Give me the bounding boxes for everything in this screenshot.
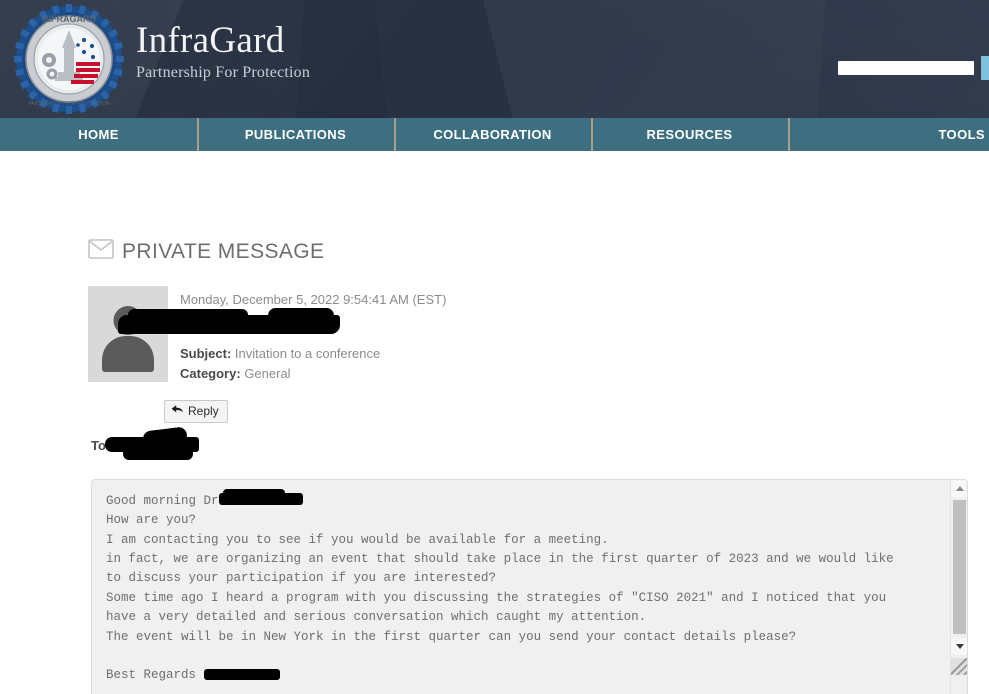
reply-button-label: Reply <box>188 404 219 419</box>
message-body-line: Good morning Dr <box>106 489 943 511</box>
message-timestamp: Monday, December 5, 2022 9:54:41 AM (EST… <box>180 292 447 307</box>
to-recipient-redaction <box>105 436 199 460</box>
nav-item-label: HOME <box>78 127 119 142</box>
nav-item-label: RESOURCES <box>646 127 733 142</box>
message-body-line: The event will be in New York in the fir… <box>106 629 797 644</box>
sender-name-redaction <box>118 307 340 334</box>
message-body-text: Good morning Dr How are you? I am contacti… <box>106 489 943 686</box>
brand-tagline: Partnership For Protection <box>136 63 311 81</box>
nav-item-label: COLLABORATION <box>433 127 552 142</box>
brand-title: InfraGard <box>136 20 285 61</box>
message-body-line: to discuss your participation if you are… <box>106 571 497 586</box>
message-heading: PRIVATE MESSAGE <box>88 239 968 264</box>
message-body-line: have a very detailed and serious convers… <box>106 610 647 625</box>
user-avatar-icon <box>88 286 168 382</box>
account-accent-bar <box>981 56 989 80</box>
scrollbar-thumb[interactable] <box>953 499 966 634</box>
message-body-line: How are you? <box>106 513 197 528</box>
message-body-scrollbar[interactable] <box>950 479 967 694</box>
envelope-icon <box>88 239 114 264</box>
nav-item-publications[interactable]: PUBLICATIONS <box>197 118 394 151</box>
svg-text:PARTNERSHIP FOR PROTECTION: PARTNERSHIP FOR PROTECTION <box>28 101 110 107</box>
message-meta-text: Monday, December 5, 2022 9:54:41 AM (EST… <box>118 286 968 384</box>
message-body-line: in fact, we are organizing an event that… <box>106 552 894 566</box>
sender-line <box>118 307 968 338</box>
scroll-up-glyph <box>955 485 964 491</box>
avatar-body <box>102 336 154 372</box>
message-body-line: Some time ago I heard a program with you… <box>106 590 887 605</box>
nav-item-label: TOOLS <box>938 127 985 142</box>
nav-item-collaboration[interactable]: COLLABORATION <box>394 118 591 151</box>
page-body: PRIVATE MESSAGE Monday, December 5, 2022… <box>0 151 989 694</box>
message-body-line: I am contacting you to see if you would … <box>106 532 609 547</box>
greeting-name-redaction <box>218 489 303 506</box>
nav-item-resources[interactable]: RESOURCES <box>591 118 788 151</box>
reply-row: Reply <box>164 399 968 423</box>
account-name-redaction <box>838 61 974 75</box>
subject-value: Invitation to a conference <box>234 345 381 361</box>
category-label: Category: <box>180 365 241 381</box>
scroll-down-glyph <box>955 643 964 649</box>
reply-button[interactable]: Reply <box>164 399 228 423</box>
private-message-panel: PRIVATE MESSAGE Monday, December 5, 2022… <box>88 239 968 694</box>
subject-label: Subject: <box>180 345 232 361</box>
header-account-area[interactable] <box>838 56 989 80</box>
page-title: PRIVATE MESSAGE <box>122 239 325 263</box>
category-field: Category: General <box>180 364 968 384</box>
svg-text:INFRAGARD: INFRAGARD <box>42 14 96 24</box>
nav-item-label: PUBLICATIONS <box>244 127 347 142</box>
site-header: INFRAGARD PARTNERSHIP FOR PROTECTION Inf… <box>0 0 989 118</box>
resize-grip-icon[interactable] <box>951 657 967 675</box>
reply-arrow-icon <box>171 404 184 419</box>
signoff-name-redaction <box>203 668 280 680</box>
message-body-line: Best Regards <box>106 666 943 685</box>
scroll-up-arrow-icon[interactable] <box>951 479 967 497</box>
subject-field: Subject: Invitation to a conference <box>180 344 968 364</box>
scroll-down-arrow-icon[interactable] <box>951 637 967 655</box>
brand-block: InfraGard Partnership For Protection <box>136 20 311 82</box>
nav-item-home[interactable]: HOME <box>0 118 197 151</box>
nav-item-tools[interactable]: TOOLS <box>788 118 989 151</box>
message-body-textarea[interactable]: Good morning Dr How are you? I am contacti… <box>91 478 968 694</box>
category-value: General <box>244 365 291 381</box>
to-row: To <box>91 436 968 461</box>
main-navigation: HOME PUBLICATIONS COLLABORATION RESOURCE… <box>0 118 989 151</box>
to-label: To <box>91 437 106 453</box>
infragard-seal-icon[interactable]: INFRAGARD PARTNERSHIP FOR PROTECTION <box>14 4 124 114</box>
message-body-line <box>106 647 943 666</box>
message-meta-row: Monday, December 5, 2022 9:54:41 AM (EST… <box>88 286 968 384</box>
